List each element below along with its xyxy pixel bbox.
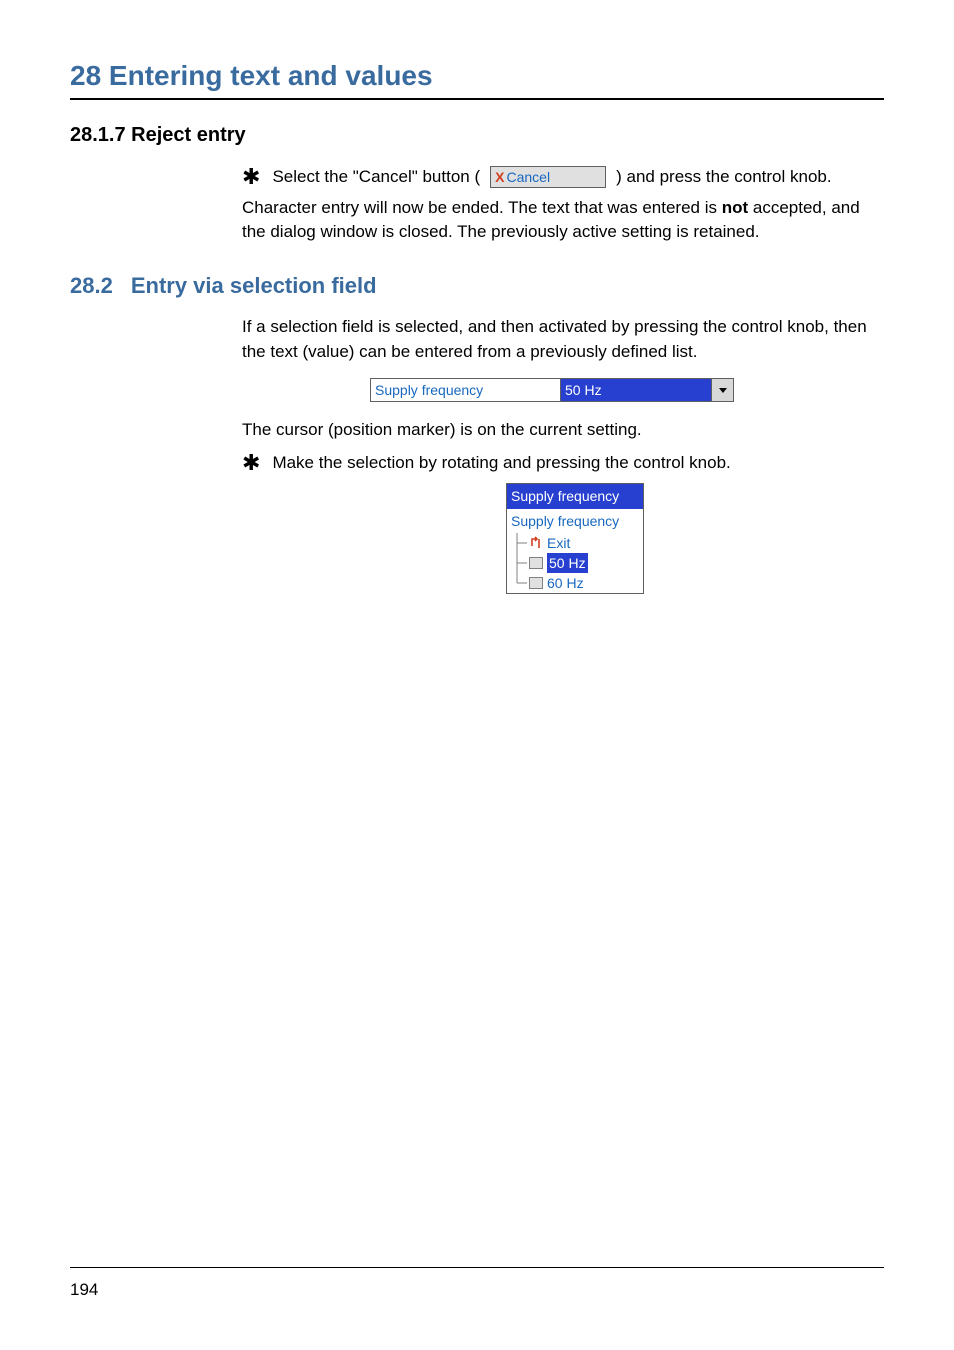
close-icon: X bbox=[495, 167, 504, 187]
selection-field-label: Supply frequency bbox=[371, 379, 561, 401]
page-icon bbox=[529, 557, 543, 569]
dropdown-item-label: 60 Hz bbox=[547, 573, 584, 593]
dropdown-title-row: Supply frequency bbox=[507, 509, 643, 533]
cursor-text: The cursor (position marker) is on the c… bbox=[242, 418, 884, 443]
selection-field[interactable]: Supply frequency 50 Hz bbox=[370, 378, 734, 402]
instruction-line-2: ✱ Make the selection by rotating and pre… bbox=[242, 451, 884, 476]
subsection-heading: 28.1.7 Reject entry bbox=[70, 124, 884, 147]
cancel-button[interactable]: X Cancel bbox=[490, 166, 606, 188]
dropdown-item-label: 50 Hz bbox=[547, 553, 588, 573]
dropdown-list[interactable]: Supply frequency Supply frequency Exit 5… bbox=[506, 483, 644, 594]
exit-icon bbox=[529, 536, 543, 550]
cancel-button-label: Cancel bbox=[506, 167, 550, 187]
selection-field-value: 50 Hz bbox=[561, 379, 711, 401]
dropdown-header: Supply frequency bbox=[507, 484, 643, 508]
reject-entry-paragraph: Character entry will now be ended. The t… bbox=[242, 196, 884, 245]
dropdown-item-label: Exit bbox=[547, 533, 570, 553]
footer-divider bbox=[70, 1267, 884, 1268]
make-selection-text: Make the selection by rotating and press… bbox=[272, 451, 730, 476]
section-number: 28.2 bbox=[70, 273, 113, 299]
dropdown-item-exit[interactable]: Exit bbox=[507, 533, 643, 553]
instruction-text-after: ) and press the control knob. bbox=[616, 165, 831, 190]
instruction-text-before: Select the "Cancel" button ( bbox=[272, 165, 480, 190]
section-title: Entry via selection field bbox=[131, 273, 377, 299]
page-icon bbox=[529, 577, 543, 589]
bullet-star-icon: ✱ bbox=[242, 166, 262, 188]
chapter-heading: 28 Entering text and values bbox=[70, 60, 884, 100]
bullet-star-icon: ✱ bbox=[242, 452, 262, 474]
selection-intro: If a selection field is selected, and th… bbox=[242, 315, 884, 364]
instruction-line: ✱ Select the "Cancel" button ( X Cancel … bbox=[242, 165, 884, 190]
dropdown-item-50hz[interactable]: 50 Hz bbox=[507, 553, 643, 573]
dropdown-item-60hz[interactable]: 60 Hz bbox=[507, 573, 643, 593]
page-number: 194 bbox=[70, 1280, 98, 1300]
section-heading: 28.2 Entry via selection field bbox=[70, 273, 884, 299]
dropdown-arrow-icon[interactable] bbox=[711, 379, 733, 401]
